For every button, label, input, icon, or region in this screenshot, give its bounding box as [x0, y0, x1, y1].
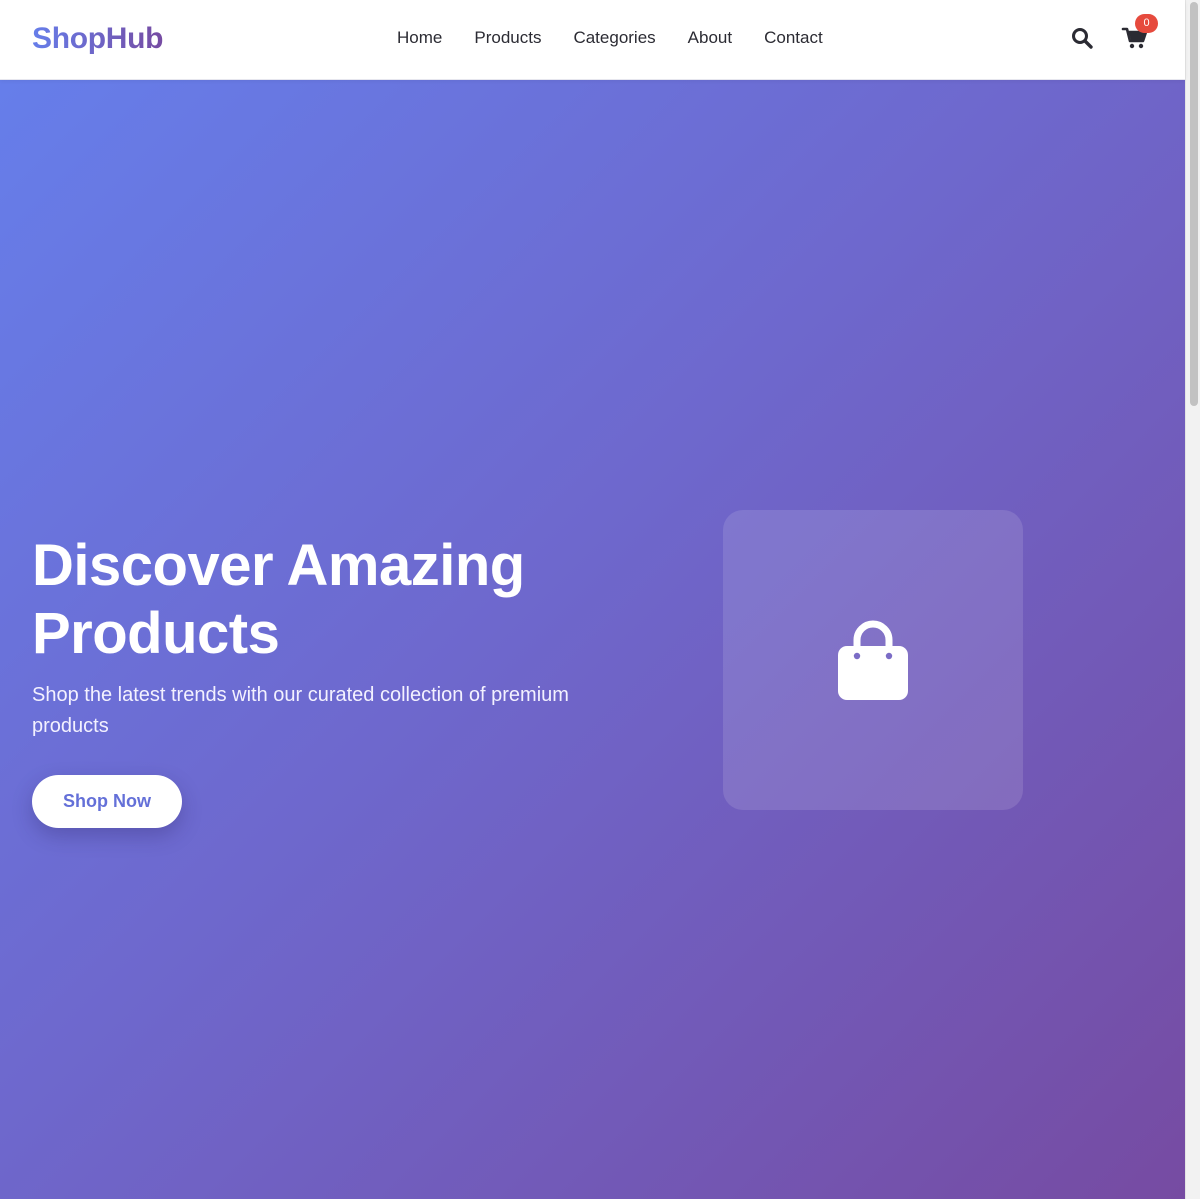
scrollbar-thumb[interactable] [1190, 2, 1198, 406]
nav-link-home[interactable]: Home [397, 27, 442, 49]
nav-link-about[interactable]: About [688, 27, 732, 49]
hero-section: Discover Amazing Products Shop the lates… [0, 80, 1185, 1199]
hero-title: Discover Amazing Products [32, 533, 525, 666]
logo[interactable]: ShopHub [32, 20, 164, 58]
nav-link-categories[interactable]: Categories [573, 27, 655, 49]
page: ShopHub Home Products Categories About C… [0, 0, 1200, 1199]
shop-now-button[interactable]: Shop Now [32, 775, 182, 828]
search-icon[interactable] [1070, 26, 1094, 50]
shopping-bag-icon [836, 618, 910, 702]
hero-subtitle: Shop the latest trends with our curated … [32, 684, 569, 737]
cart-count-badge: 0 [1135, 14, 1158, 33]
hero-image-card [723, 510, 1023, 810]
nav-link-contact[interactable]: Contact [764, 27, 823, 49]
page-scrollbar[interactable] [1185, 0, 1200, 1199]
site-header: ShopHub Home Products Categories About C… [0, 0, 1185, 80]
nav-link-products[interactable]: Products [474, 27, 541, 49]
main-nav: Home Products Categories About Contact [397, 27, 823, 49]
